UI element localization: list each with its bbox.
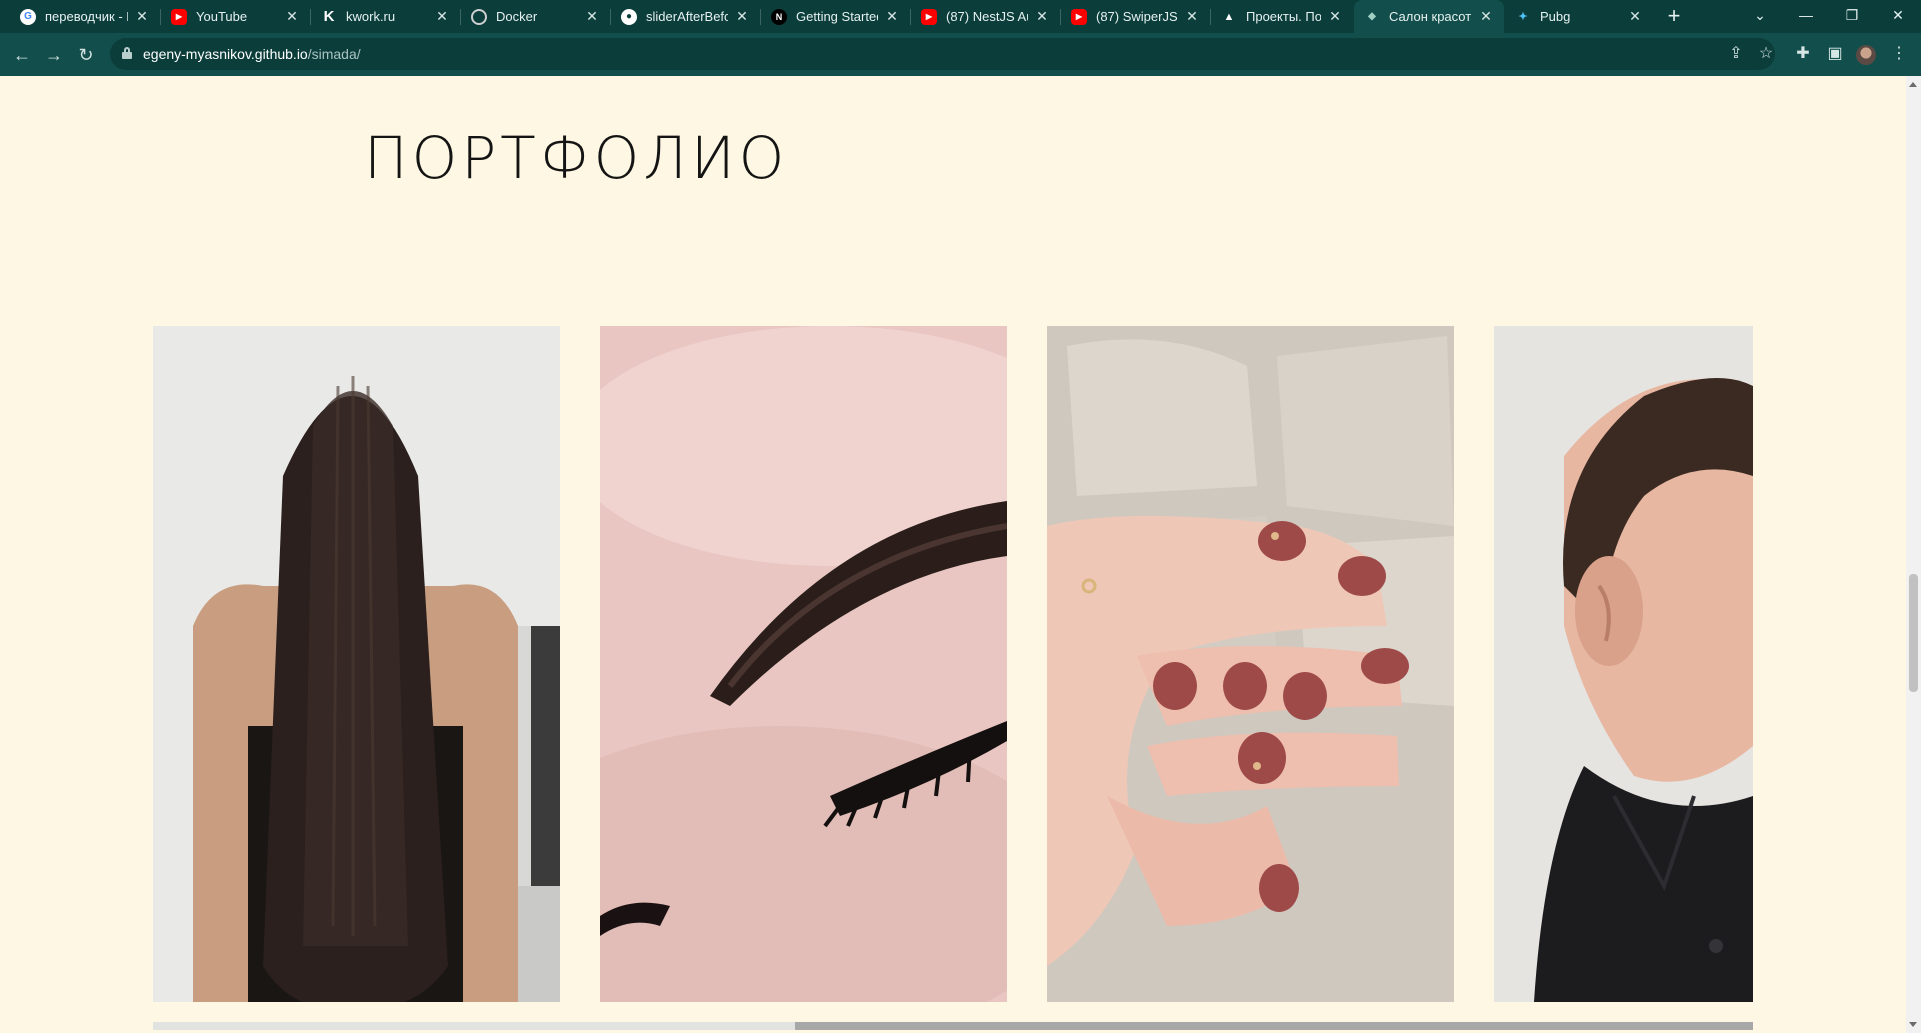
close-icon[interactable]: ✕: [1627, 8, 1643, 25]
extensions-icon[interactable]: ✚: [1790, 41, 1816, 67]
browser-tab[interactable]: K kwork.ru ✕: [311, 0, 460, 33]
close-icon[interactable]: ✕: [734, 8, 750, 25]
tab-title: YouTube: [196, 9, 248, 24]
share-icon[interactable]: ⇪: [1723, 41, 1749, 67]
scroll-down-icon[interactable]: [1909, 1022, 1917, 1027]
tab-search-icon[interactable]: ⌄: [1737, 0, 1783, 33]
close-icon[interactable]: ✕: [884, 8, 900, 25]
bookmark-star-icon[interactable]: ☆: [1753, 41, 1779, 67]
browser-tab[interactable]: G переводчик - Г ✕: [10, 0, 160, 33]
window-close-icon[interactable]: ✕: [1875, 0, 1921, 33]
browser-tab[interactable]: ▶ (87) SwiperJS - ✕: [1061, 0, 1210, 33]
browser-tab-active[interactable]: ◆ Салон красоты ✕: [1354, 0, 1504, 33]
tab-title: (87) SwiperJS -: [1096, 9, 1178, 24]
browser-tab[interactable]: ▶ (87) NestJS Aut ✕: [911, 0, 1060, 33]
close-icon[interactable]: ✕: [1034, 8, 1050, 25]
google-icon: G: [20, 8, 36, 25]
haircut-image: [1494, 326, 1753, 1002]
browser-tab[interactable]: Docker ✕: [461, 0, 610, 33]
browser-tab[interactable]: N Getting Started ✕: [761, 0, 910, 33]
reload-icon[interactable]: ↻: [72, 41, 100, 69]
back-icon[interactable]: ←: [8, 41, 36, 69]
browser-toolbar: ← → ↻ egeny-myasnikov.github.io/simada/ …: [0, 33, 1921, 76]
portfolio-card-eyebrows[interactable]: [600, 326, 1007, 1002]
portfolio-card-nails[interactable]: [1047, 326, 1454, 1002]
close-icon[interactable]: ✕: [1478, 8, 1494, 25]
address-bar[interactable]: egeny-myasnikov.github.io/simada/ ⇪ ☆: [110, 38, 1775, 70]
browser-tab[interactable]: ▲ Проекты. Порт ✕: [1211, 0, 1353, 33]
portfolio-heading: ПОРТФОЛИО: [364, 124, 789, 192]
new-tab-button[interactable]: +: [1661, 4, 1687, 30]
url-text[interactable]: egeny-myasnikov.github.io/simada/: [143, 46, 361, 62]
salon-icon: ◆: [1368, 11, 1376, 22]
forward-icon[interactable]: →: [40, 41, 68, 69]
github-icon: ●: [621, 8, 637, 25]
tab-title: Салон красоты: [1389, 9, 1472, 24]
close-icon[interactable]: ✕: [1327, 8, 1343, 25]
minimize-icon[interactable]: —: [1783, 0, 1829, 33]
scroll-up-icon[interactable]: [1909, 82, 1917, 87]
page-scrollbar-thumb[interactable]: [1909, 574, 1918, 692]
tab-title: (87) NestJS Aut: [946, 9, 1028, 24]
menu-icon[interactable]: ⋮: [1886, 41, 1912, 67]
nails-image: [1047, 326, 1454, 1002]
browser-tab[interactable]: ▶ YouTube ✕: [161, 0, 310, 33]
kwork-icon: K: [323, 8, 335, 25]
close-icon[interactable]: ✕: [134, 8, 150, 25]
eyebrows-image: [600, 326, 1007, 1002]
tab-title: переводчик - Г: [45, 9, 128, 24]
youtube-icon: ▶: [171, 8, 187, 25]
tab-title: kwork.ru: [346, 9, 396, 24]
tab-title: sliderAfterBefor: [646, 9, 728, 24]
page-scrollbar[interactable]: [1906, 76, 1921, 1033]
browser-tab[interactable]: ✦ Pubg ✕: [1505, 0, 1653, 33]
portfolio-card-long-hair[interactable]: [153, 326, 560, 1002]
long-hair-image: [153, 326, 560, 1002]
nextjs-icon: N: [771, 8, 787, 25]
portfolio-card-haircut[interactable]: [1494, 326, 1753, 1002]
slider-scrollbar-thumb[interactable]: [153, 1022, 795, 1030]
browser-tab[interactable]: ● sliderAfterBefor ✕: [611, 0, 760, 33]
page-content: ПОРТФОЛИО: [0, 76, 1906, 1033]
tab-strip: G переводчик - Г ✕ ▶ YouTube ✕ K kwork.r…: [0, 0, 1921, 33]
restore-icon[interactable]: ❐: [1829, 0, 1875, 33]
side-panel-icon[interactable]: ▣: [1822, 41, 1848, 67]
profile-avatar[interactable]: [1856, 45, 1876, 65]
close-icon[interactable]: ✕: [284, 8, 300, 25]
lock-icon: [122, 47, 132, 59]
youtube-icon: ▶: [921, 8, 937, 25]
globe-icon: [471, 8, 487, 25]
tab-title: Docker: [496, 9, 538, 24]
tab-title: Pubg: [1540, 9, 1571, 24]
close-icon[interactable]: ✕: [584, 8, 600, 25]
tab-title: Getting Started: [796, 9, 878, 24]
triangle-icon: ▲: [1223, 10, 1235, 23]
close-icon[interactable]: ✕: [434, 8, 450, 25]
pubg-icon: ✦: [1518, 11, 1528, 23]
close-icon[interactable]: ✕: [1184, 8, 1200, 25]
youtube-icon: ▶: [1071, 8, 1087, 25]
tab-title: Проекты. Порт: [1246, 9, 1321, 24]
